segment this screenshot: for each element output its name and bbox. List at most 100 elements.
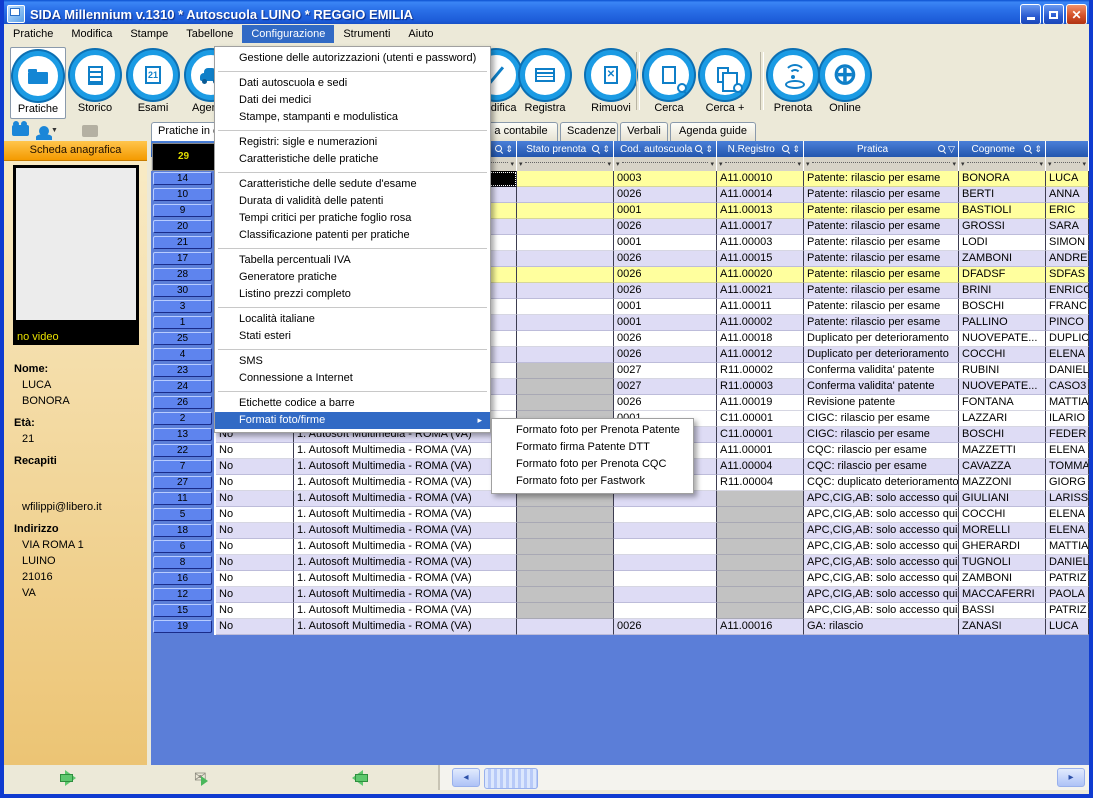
cell-cod[interactable]: 0003	[614, 171, 717, 187]
cell-cognome[interactable]: COCCHI	[959, 507, 1046, 523]
row-number-button[interactable]: 28	[153, 268, 212, 281]
cell-cognome[interactable]: PALLINO	[959, 315, 1046, 331]
cell-no[interactable]: No	[216, 443, 294, 459]
filter-dropdown-icon[interactable]: ▾	[719, 160, 723, 168]
cell-stato[interactable]	[517, 219, 614, 235]
cell-pratica[interactable]: Patente: rilascio per esame	[804, 315, 959, 331]
filter-cell[interactable]: ▾▾	[517, 157, 614, 171]
filter-dropdown-icon[interactable]: ▾	[1082, 160, 1086, 168]
cell-reg[interactable]	[717, 539, 804, 555]
cell-no[interactable]: No	[216, 459, 294, 475]
row-number-button[interactable]: 23	[153, 364, 212, 377]
cell-cod[interactable]	[614, 523, 717, 539]
scrollbar-thumb[interactable]	[484, 768, 538, 789]
cell-stato[interactable]	[517, 283, 614, 299]
row-number-button[interactable]: 14	[153, 172, 212, 185]
cell-reg[interactable]: A11.00017	[717, 219, 804, 235]
cell-nome[interactable]: ELENA	[1046, 523, 1089, 539]
menubar-item-configurazione[interactable]: Configurazione	[242, 25, 334, 43]
cell-cognome[interactable]: BONORA	[959, 171, 1046, 187]
cell-pratica[interactable]: Patente: rilascio per esame	[804, 219, 959, 235]
submenu-item-formato-foto-per-fastwork[interactable]: Formato foto per Fastwork	[492, 473, 693, 490]
row-number-button[interactable]: 17	[153, 252, 212, 265]
cell-cognome[interactable]: BRINI	[959, 283, 1046, 299]
magnifier-icon[interactable]	[495, 145, 504, 154]
row-number-button[interactable]: 12	[153, 588, 212, 601]
cell-nome[interactable]: MATTIA	[1046, 539, 1089, 555]
cell-nome[interactable]: ELENA	[1046, 347, 1089, 363]
cell-cod[interactable]	[614, 587, 717, 603]
cell-sede[interactable]: 1. Autosoft Multimedia - ROMA (VA)	[294, 507, 517, 523]
toolbar-button-cerca[interactable]: Cerca	[642, 47, 696, 117]
cell-reg[interactable]: A11.00020	[717, 267, 804, 283]
cell-cognome[interactable]: BASTIOLI	[959, 203, 1046, 219]
magnifier-icon[interactable]	[782, 145, 791, 154]
cell-stato[interactable]	[517, 587, 614, 603]
cell-cod[interactable]: 0001	[614, 203, 717, 219]
filter-dropdown-icon[interactable]: ▾	[710, 160, 714, 168]
cell-cod[interactable]: 0026	[614, 619, 717, 635]
menu-item-stampe-stampanti-e-modulistica[interactable]: Stampe, stampanti e modulistica	[215, 109, 490, 126]
menu-item-etichette-codice-a-barre[interactable]: Etichette codice a barre	[215, 395, 490, 412]
cell-sede[interactable]: 1. Autosoft Multimedia - ROMA (VA)	[294, 571, 517, 587]
toolbar-button-prenota[interactable]: Prenota	[766, 47, 820, 117]
cell-reg[interactable]: R11.00002	[717, 363, 804, 379]
cell-nome[interactable]: LARISS	[1046, 491, 1089, 507]
cell-nome[interactable]: DANIEL	[1046, 555, 1089, 571]
cell-cod[interactable]: 0026	[614, 283, 717, 299]
column-header-stato[interactable]: Stato prenota⇕	[517, 141, 614, 157]
table-row[interactable]: 8No1. Autosoft Multimedia - ROMA (VA)APC…	[151, 555, 1089, 571]
cell-cod[interactable]: 0027	[614, 379, 717, 395]
menu-item-tempi-critici-per-pratiche-fog[interactable]: Tempi critici per pratiche foglio rosa	[215, 210, 490, 227]
cell-pratica[interactable]: Patente: rilascio per esame	[804, 251, 959, 267]
cell-reg[interactable]: A11.00015	[717, 251, 804, 267]
cell-pratica[interactable]: APC,CIG,AB: solo accesso quiz	[804, 523, 959, 539]
menu-item-caratteristiche-delle-pratiche[interactable]: Caratteristiche delle pratiche	[215, 151, 490, 168]
row-number-button[interactable]: 22	[153, 444, 212, 457]
submenu-item-formato-foto-per-prenota-cqc[interactable]: Formato foto per Prenota CQC	[492, 456, 693, 473]
cell-reg[interactable]: A11.00001	[717, 443, 804, 459]
table-row[interactable]: 12No1. Autosoft Multimedia - ROMA (VA)AP…	[151, 587, 1089, 603]
cell-no[interactable]: No	[216, 603, 294, 619]
cell-no[interactable]: No	[216, 523, 294, 539]
cell-cognome[interactable]: ZAMBONI	[959, 571, 1046, 587]
cell-nome[interactable]: PINCO	[1046, 315, 1089, 331]
row-number-button[interactable]: 8	[153, 556, 212, 569]
cell-nome[interactable]: LUCA	[1046, 619, 1089, 635]
table-row[interactable]: 18No1. Autosoft Multimedia - ROMA (VA)AP…	[151, 523, 1089, 539]
toolbar-button-rimuovi[interactable]: ✕Rimuovi	[584, 47, 638, 117]
cell-reg[interactable]	[717, 491, 804, 507]
minimize-button[interactable]	[1020, 4, 1041, 25]
sort-updown-icon[interactable]: ⇕	[792, 142, 800, 157]
horizontal-scrollbar[interactable]: ◂ ▸	[440, 765, 1089, 790]
cell-cognome[interactable]: DFADSF	[959, 267, 1046, 283]
row-number-button[interactable]: 10	[153, 188, 212, 201]
cell-cognome[interactable]: COCCHI	[959, 347, 1046, 363]
magnifier-icon[interactable]	[938, 145, 947, 154]
cell-cognome[interactable]: ZANASI	[959, 619, 1046, 635]
forward-arrow-icon[interactable]	[344, 770, 374, 786]
cell-stato[interactable]	[517, 347, 614, 363]
menu-item-dati-dei-medici[interactable]: Dati dei medici	[215, 92, 490, 109]
cell-cognome[interactable]: CAVAZZA	[959, 459, 1046, 475]
cell-stato[interactable]	[517, 299, 614, 315]
cell-cod[interactable]: 0026	[614, 347, 717, 363]
cell-reg[interactable]: A11.00013	[717, 203, 804, 219]
cell-pratica[interactable]: APC,CIG,AB: solo accesso quiz	[804, 603, 959, 619]
cell-sede[interactable]: 1. Autosoft Multimedia - ROMA (VA)	[294, 603, 517, 619]
cell-pratica[interactable]: Patente: rilascio per esame	[804, 299, 959, 315]
cell-no[interactable]: No	[216, 539, 294, 555]
submenu-item-formato-foto-per-prenota-paten[interactable]: Formato foto per Prenota Patente	[492, 422, 693, 439]
cell-cognome[interactable]: MAZZONI	[959, 475, 1046, 491]
cell-stato[interactable]	[517, 203, 614, 219]
cell-no[interactable]: No	[216, 491, 294, 507]
cell-cognome[interactable]: GROSSI	[959, 219, 1046, 235]
cell-no[interactable]: No	[216, 587, 294, 603]
toolbar-button-esami[interactable]: 21Esami	[126, 47, 180, 117]
cell-nome[interactable]: TOMMA	[1046, 459, 1089, 475]
cell-cod[interactable]: 0001	[614, 315, 717, 331]
menu-item-localit-italiane[interactable]: Località italiane	[215, 311, 490, 328]
cell-stato[interactable]	[517, 363, 614, 379]
cell-nome[interactable]: PATRIZ	[1046, 603, 1089, 619]
webcam-person-button[interactable]: ▼	[39, 126, 58, 136]
